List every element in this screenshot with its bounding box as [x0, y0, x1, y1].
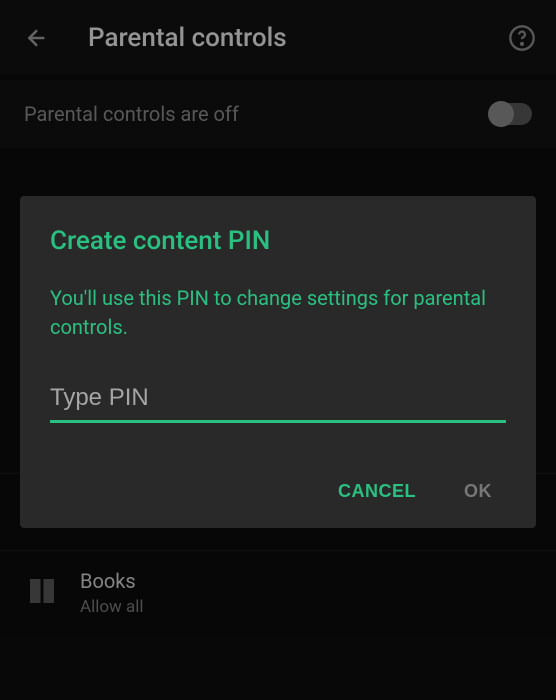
pin-input[interactable]	[50, 384, 506, 412]
dialog-actions: CANCEL OK	[50, 473, 506, 510]
cancel-button[interactable]: CANCEL	[334, 473, 420, 510]
dialog-title: Create content PIN	[50, 226, 506, 256]
create-pin-dialog: Create content PIN You'll use this PIN t…	[20, 196, 536, 528]
ok-button[interactable]: OK	[460, 473, 496, 510]
pin-input-wrap	[50, 384, 506, 423]
dialog-body: You'll use this PIN to change settings f…	[50, 284, 506, 342]
